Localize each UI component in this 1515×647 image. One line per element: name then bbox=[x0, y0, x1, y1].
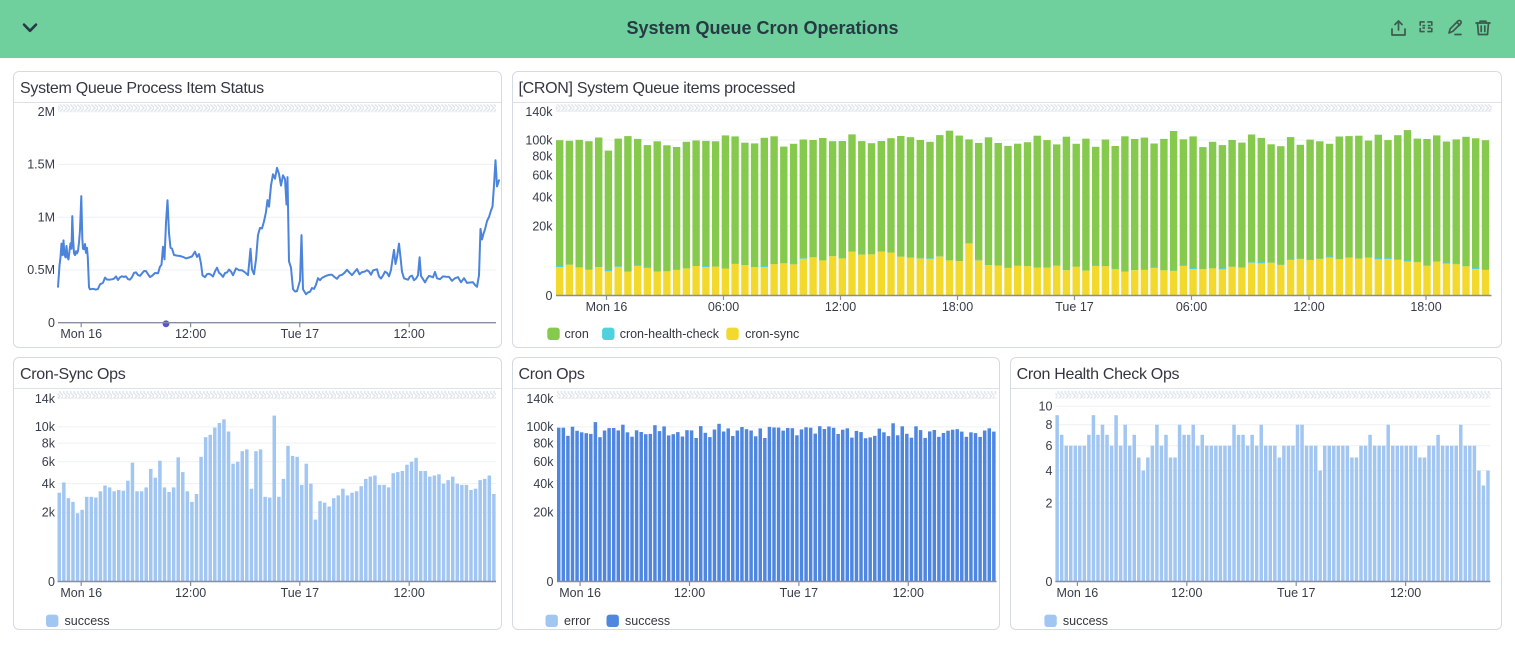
svg-text:40k: 40k bbox=[533, 477, 554, 491]
svg-text:2: 2 bbox=[1045, 496, 1052, 510]
svg-text:Tue 17: Tue 17 bbox=[1277, 586, 1316, 600]
svg-text:40k: 40k bbox=[532, 190, 553, 204]
svg-text:18:00: 18:00 bbox=[1410, 300, 1441, 314]
svg-text:cron-sync: cron-sync bbox=[745, 327, 799, 341]
svg-text:4k: 4k bbox=[42, 477, 56, 491]
svg-text:0: 0 bbox=[48, 316, 55, 330]
svg-text:140k: 140k bbox=[526, 392, 554, 406]
svg-text:14k: 14k bbox=[35, 392, 56, 406]
svg-text:success: success bbox=[625, 614, 670, 628]
svg-text:12:00: 12:00 bbox=[1293, 300, 1324, 314]
svg-text:140k: 140k bbox=[525, 105, 553, 119]
svg-text:0: 0 bbox=[545, 289, 552, 303]
svg-text:0: 0 bbox=[48, 575, 55, 589]
svg-text:12:00: 12:00 bbox=[394, 586, 425, 600]
svg-text:12:00: 12:00 bbox=[892, 586, 923, 600]
svg-text:6k: 6k bbox=[42, 455, 56, 469]
svg-text:error: error bbox=[564, 614, 590, 628]
svg-text:60k: 60k bbox=[532, 168, 553, 182]
svg-text:12:00: 12:00 bbox=[673, 586, 704, 600]
svg-text:12:00: 12:00 bbox=[175, 586, 206, 600]
svg-text:success: success bbox=[65, 614, 110, 628]
svg-text:Mon 16: Mon 16 bbox=[60, 327, 102, 341]
svg-text:12:00: 12:00 bbox=[1171, 586, 1202, 600]
svg-text:2k: 2k bbox=[42, 506, 56, 520]
svg-text:0: 0 bbox=[546, 575, 553, 589]
svg-text:Tue 17: Tue 17 bbox=[779, 586, 818, 600]
svg-text:20k: 20k bbox=[532, 219, 553, 233]
svg-text:80k: 80k bbox=[533, 436, 554, 450]
svg-text:8k: 8k bbox=[42, 436, 56, 450]
svg-text:12:00: 12:00 bbox=[1390, 586, 1421, 600]
svg-text:10: 10 bbox=[1038, 400, 1052, 414]
svg-text:cron: cron bbox=[564, 327, 588, 341]
svg-text:Mon 16: Mon 16 bbox=[585, 300, 627, 314]
svg-text:Tue 17: Tue 17 bbox=[281, 586, 320, 600]
svg-text:Mon 16: Mon 16 bbox=[559, 586, 601, 600]
svg-text:Tue 17: Tue 17 bbox=[281, 327, 320, 341]
svg-text:Mon 16: Mon 16 bbox=[1056, 586, 1098, 600]
svg-text:60k: 60k bbox=[533, 455, 554, 469]
svg-text:0: 0 bbox=[1045, 575, 1052, 589]
svg-text:Mon 16: Mon 16 bbox=[60, 586, 102, 600]
svg-text:1M: 1M bbox=[38, 211, 55, 225]
svg-text:12:00: 12:00 bbox=[824, 300, 855, 314]
svg-text:100k: 100k bbox=[526, 420, 554, 434]
svg-text:12:00: 12:00 bbox=[394, 327, 425, 341]
svg-text:06:00: 06:00 bbox=[707, 300, 738, 314]
svg-text:06:00: 06:00 bbox=[1175, 300, 1206, 314]
svg-text:success: success bbox=[1062, 614, 1107, 628]
svg-text:10k: 10k bbox=[35, 420, 56, 434]
svg-text:8: 8 bbox=[1045, 418, 1052, 432]
svg-text:1.5M: 1.5M bbox=[27, 158, 55, 172]
svg-text:80k: 80k bbox=[532, 150, 553, 164]
svg-text:100k: 100k bbox=[525, 133, 553, 147]
svg-text:2M: 2M bbox=[38, 105, 55, 119]
svg-text:6: 6 bbox=[1045, 439, 1052, 453]
svg-text:18:00: 18:00 bbox=[941, 300, 972, 314]
svg-text:cron-health-check: cron-health-check bbox=[619, 327, 719, 341]
svg-text:20k: 20k bbox=[533, 506, 554, 520]
svg-text:0.5M: 0.5M bbox=[27, 263, 55, 277]
svg-text:Tue 17: Tue 17 bbox=[1055, 300, 1094, 314]
svg-text:12:00: 12:00 bbox=[175, 327, 206, 341]
svg-text:4: 4 bbox=[1045, 464, 1052, 478]
